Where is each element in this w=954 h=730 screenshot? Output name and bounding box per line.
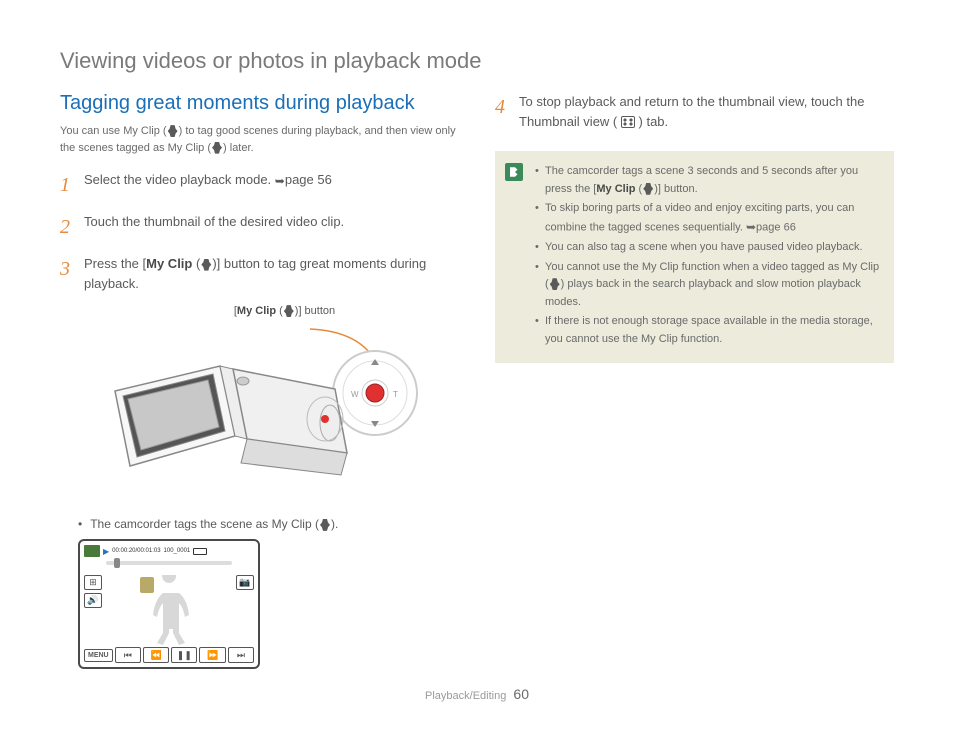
myclip-icon xyxy=(643,183,653,195)
myclip-icon xyxy=(212,142,222,154)
ps-thumb-icon xyxy=(84,545,100,557)
section-heading: Tagging great moments during playback xyxy=(60,92,459,115)
step-2: 2 Touch the thumbnail of the desired vid… xyxy=(60,212,459,242)
s4b: ) tab. xyxy=(639,114,669,129)
intro-text: You can use My Clip () to tag good scene… xyxy=(60,123,459,156)
footer-section: Playback/Editing xyxy=(425,690,506,702)
step-number: 1 xyxy=(60,170,76,200)
intro-a: You can use My Clip ( xyxy=(60,125,167,137)
step-4: 4 To stop playback and return to the thu… xyxy=(495,92,894,131)
ps-file: 100_0001 xyxy=(164,548,191,554)
prev-button: ⏮ xyxy=(115,647,141,663)
n1bold: My Clip xyxy=(596,183,635,195)
camera-icon: 📷 xyxy=(236,575,254,590)
right-column: 4 To stop playback and return to the thu… xyxy=(495,92,894,669)
tv-icon: ⊞ xyxy=(84,575,102,590)
myclip-icon xyxy=(550,278,560,290)
ps-time: 00:00:20/00:01:03 xyxy=(112,548,160,554)
left-column: Tagging great moments during playback Yo… xyxy=(60,92,459,669)
forward-button: ⏩ xyxy=(199,647,225,663)
camcorder-illustration: [My Clip ()] button W T xyxy=(60,305,459,501)
content-columns: Tagging great moments during playback Yo… xyxy=(60,92,894,669)
bl-b: ). xyxy=(331,517,338,531)
note-1: The camcorder tags a scene 3 seconds and… xyxy=(535,163,880,198)
progress-bar xyxy=(106,561,232,565)
myclip-icon xyxy=(201,259,211,271)
n2ref: page 66 xyxy=(756,221,796,233)
ps-top-bar: ▶ 00:00:20/00:01:03 100_0001 xyxy=(84,545,254,557)
s4a: To stop playback and return to the thumb… xyxy=(519,94,864,129)
myclip-icon xyxy=(284,305,294,317)
page-number: 60 xyxy=(513,686,529,702)
n1b: ( xyxy=(635,183,642,195)
menu-button: MENU xyxy=(84,649,113,662)
zoom-w-label: W xyxy=(351,390,359,399)
step-1: 1 Select the video playback mode. ➥page … xyxy=(60,170,459,200)
page-footer: Playback/Editing 60 xyxy=(0,686,954,702)
cl-b: ( xyxy=(276,305,283,317)
next-button: ⏭ xyxy=(228,647,254,663)
s3bold: My Clip xyxy=(146,256,192,271)
arrow-icon: ➥ xyxy=(275,172,285,190)
bullet-text: The camcorder tags the scene as My Clip … xyxy=(90,517,338,531)
note-icon xyxy=(505,163,523,181)
volume-icon: 🔊 xyxy=(84,593,102,608)
battery-icon xyxy=(193,548,207,555)
step-number: 3 xyxy=(60,254,76,293)
callout-label: [My Clip ()] button xyxy=(110,305,459,317)
step1-ref: page 56 xyxy=(285,172,332,187)
camcorder-svg: W T xyxy=(95,321,425,501)
note-2: To skip boring parts of a video and enjo… xyxy=(535,200,880,237)
person-silhouette xyxy=(139,575,199,645)
rewind-button: ⏪ xyxy=(143,647,169,663)
play-icon: ▶ xyxy=(103,547,109,556)
step1-text: Select the video playback mode. xyxy=(84,172,275,187)
note-box: The camcorder tags a scene 3 seconds and… xyxy=(495,151,894,363)
n2a: To skip boring parts of a video and enjo… xyxy=(545,202,854,233)
note-3: You can also tag a scene when you have p… xyxy=(535,239,880,257)
bullet-tag-scene: • The camcorder tags the scene as My Cli… xyxy=(78,517,459,531)
bullet-dot: • xyxy=(78,517,82,531)
n1c: )] button. xyxy=(654,183,697,195)
cl-bold: My Clip xyxy=(237,305,276,317)
step-number: 2 xyxy=(60,212,76,242)
n4b: ) plays back in the search playback and … xyxy=(545,278,861,308)
myclip-icon xyxy=(320,519,330,531)
playback-screen: ▶ 00:00:20/00:01:03 100_0001 ⊞ 🔊 📷 MENU … xyxy=(78,539,260,669)
cl-c: )] button xyxy=(295,305,335,317)
ps-right-icons: 📷 xyxy=(236,575,254,590)
n1a: The camcorder tags a scene 3 seconds and… xyxy=(545,165,858,195)
note-5: If there is not enough storage space ava… xyxy=(535,313,880,348)
step-body: Select the video playback mode. ➥page 56 xyxy=(84,170,459,200)
ps-controls: MENU ⏮ ⏪ ❚❚ ⏩ ⏭ xyxy=(84,647,254,663)
thumbnail-view-icon xyxy=(621,116,635,128)
intro-c: ) later. xyxy=(223,142,254,154)
bl-a: The camcorder tags the scene as My Clip … xyxy=(90,517,319,531)
step-body: Touch the thumbnail of the desired video… xyxy=(84,212,459,242)
step-number: 4 xyxy=(495,92,511,131)
s3b: ( xyxy=(192,256,200,271)
myclip-icon xyxy=(168,125,178,137)
ps-left-icons: ⊞ 🔊 xyxy=(84,575,102,608)
s3a: Press the [ xyxy=(84,256,146,271)
note-list: The camcorder tags a scene 3 seconds and… xyxy=(535,163,880,349)
arrow-icon: ➥ xyxy=(746,218,756,237)
note-4: You cannot use the My Clip function when… xyxy=(535,259,880,312)
pause-button: ❚❚ xyxy=(171,647,197,663)
step-body: To stop playback and return to the thumb… xyxy=(519,92,894,131)
step-3: 3 Press the [My Clip ()] button to tag g… xyxy=(60,254,459,293)
zoom-t-label: T xyxy=(393,390,398,399)
page-title: Viewing videos or photos in playback mod… xyxy=(60,48,894,74)
step-body: Press the [My Clip ()] button to tag gre… xyxy=(84,254,459,293)
